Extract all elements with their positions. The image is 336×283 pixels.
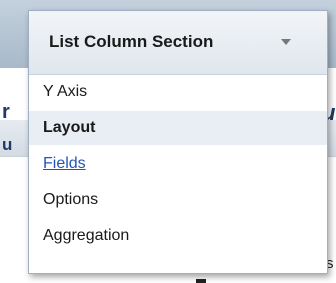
column-section-menu: List Column Section Y Axis Layout Fields… — [28, 10, 328, 274]
menu-item-aggregation[interactable]: Aggregation — [29, 219, 327, 253]
background-glyph-r: r — [2, 101, 10, 123]
menu-item-fields[interactable]: Fields — [29, 147, 327, 181]
menu-item-y-axis[interactable]: Y Axis — [29, 75, 327, 109]
chevron-down-icon[interactable] — [281, 39, 291, 45]
menu-item-layout[interactable]: Layout — [29, 111, 327, 145]
menu-header[interactable]: List Column Section — [29, 11, 327, 75]
menu-title: List Column Section — [49, 32, 214, 51]
background-fragment — [196, 279, 206, 283]
menu-item-options[interactable]: Options — [29, 183, 327, 217]
background-glyph-u-left: u — [2, 135, 13, 154]
